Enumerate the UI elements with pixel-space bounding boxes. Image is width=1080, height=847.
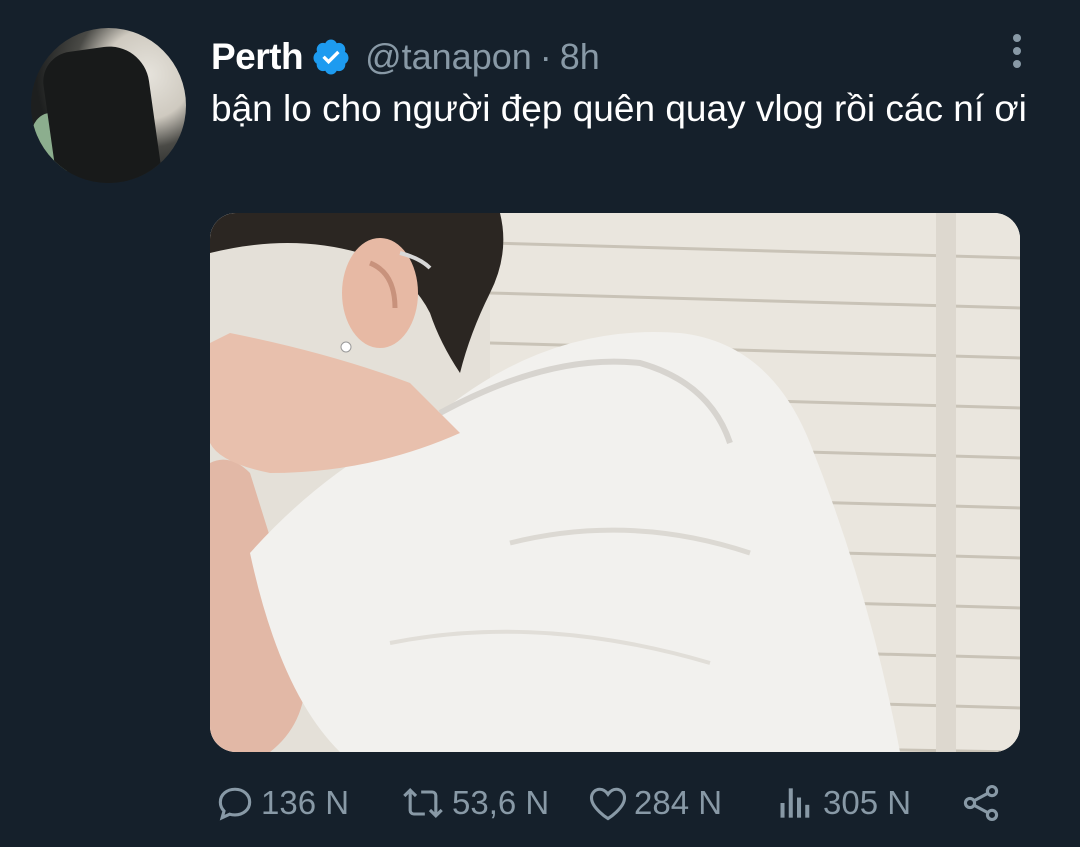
verified-badge-icon xyxy=(311,37,351,77)
tweet-photo[interactable] xyxy=(210,213,1020,752)
avatar[interactable] xyxy=(31,28,186,183)
share-icon xyxy=(963,784,999,822)
tweet-timestamp[interactable]: 8h xyxy=(560,36,600,78)
photo-content xyxy=(210,213,1020,752)
author-name[interactable]: Perth xyxy=(211,36,304,78)
tweet-actions: 136 N 53,6 N 284 N 305 N xyxy=(213,775,1013,831)
retweet-icon xyxy=(403,787,443,819)
tweet-header: Perth @tanapon · 8h xyxy=(211,32,600,82)
tweet[interactable]: Perth @tanapon · 8h bận lo cho người đẹp… xyxy=(0,0,1080,847)
heart-icon xyxy=(589,787,627,821)
header-separator: · xyxy=(539,36,552,77)
views-count: 305 N xyxy=(823,784,912,821)
tweet-text: bận lo cho người đẹp quên quay vlog rồi … xyxy=(211,88,1027,129)
reply-count: 136 N xyxy=(261,784,350,821)
views-button[interactable]: 305 N xyxy=(775,775,911,831)
like-button[interactable]: 284 N xyxy=(586,775,722,831)
author-handle[interactable]: @tanapon xyxy=(365,36,532,78)
retweet-button[interactable]: 53,6 N xyxy=(398,775,549,831)
share-button[interactable] xyxy=(959,775,1007,831)
retweet-count: 53,6 N xyxy=(452,784,550,821)
more-vertical-icon[interactable] xyxy=(1004,34,1030,76)
like-count: 284 N xyxy=(634,784,723,821)
analytics-icon xyxy=(780,788,810,818)
comment-icon xyxy=(218,787,252,821)
avatar-figure xyxy=(39,41,164,183)
reply-button[interactable]: 136 N xyxy=(213,775,349,831)
